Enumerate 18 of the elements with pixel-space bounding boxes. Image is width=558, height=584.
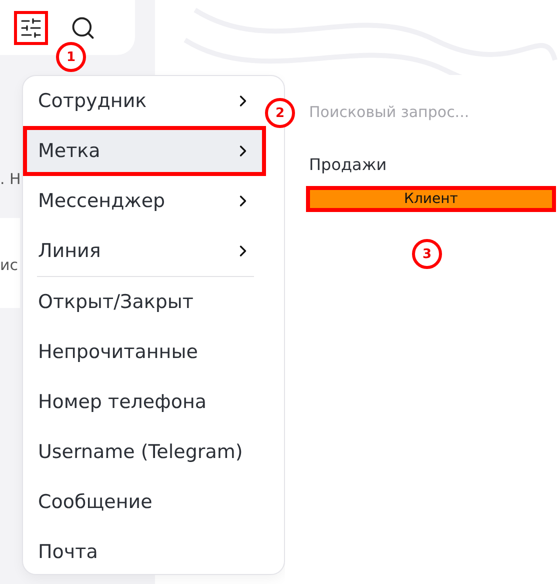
menu-item[interactable]: Сообщение [23,477,284,527]
search-icon[interactable] [70,14,96,40]
menu-item[interactable]: Почта [23,527,284,577]
menu-item[interactable]: Сотрудник [23,76,266,126]
menu-item[interactable]: Открыт/Закрыт [23,277,284,327]
menu-item[interactable]: Username (Telegram) [23,427,284,477]
group-title: Продажи [309,155,388,174]
search-field[interactable]: Поисковый запрос... [309,103,539,121]
menu-item[interactable]: Номер телефона [23,377,284,427]
menu-item[interactable]: Линия [23,226,266,276]
menu-item[interactable]: Непрочитанные [23,327,284,377]
menu-item[interactable]: Метка [23,126,266,176]
tag-option[interactable]: Клиент [306,186,556,212]
background-text: ис [0,218,20,308]
background-text: . Н [0,170,20,188]
menu-item[interactable]: Мессенджер [23,176,266,226]
filter-button[interactable] [14,10,48,44]
sliders-icon [19,16,43,40]
